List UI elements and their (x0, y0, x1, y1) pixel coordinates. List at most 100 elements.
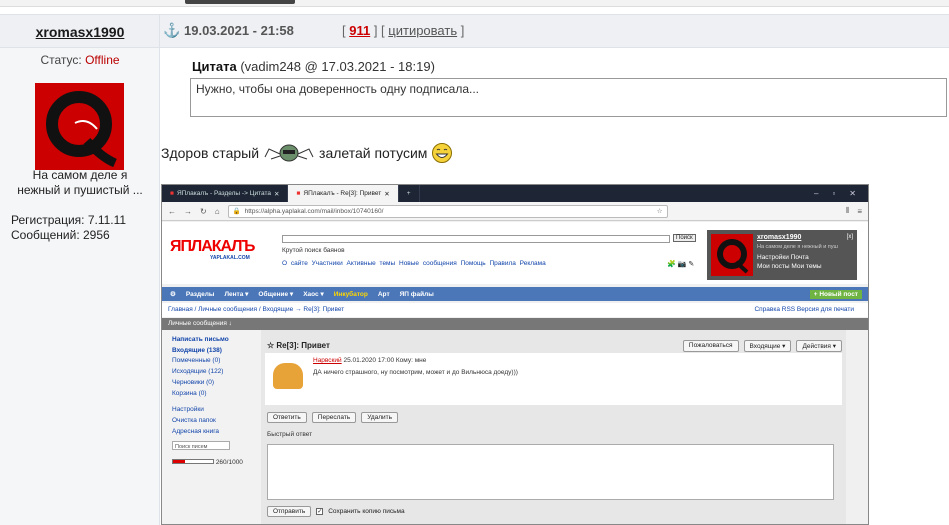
menu-icon[interactable]: ≡ (857, 207, 862, 216)
forward-button[interactable]: Переслать (311, 412, 357, 423)
site-logo[interactable]: ЯПЛАКАЛЪ YAPLAKAL.COM (170, 238, 255, 261)
profile-links-2[interactable]: Мои посты Мои темы (757, 263, 822, 270)
author-username[interactable]: xromasx1990 (0, 24, 160, 40)
registration-date: Регистрация: 7.11.11 (11, 213, 127, 227)
site-search-button[interactable]: Поиск (673, 234, 696, 242)
pm-from: Нарвский 25.01.2020 17:00 Кому: мне (313, 357, 426, 364)
pm-meta: 25.01.2020 17:00 Кому: мне (343, 357, 427, 364)
browser-tab-bar: ■ ЯПлакалъ - Разделы -> Цитата ✕ ■ ЯПлакал… (162, 185, 868, 202)
sidebar-item-addressbook[interactable]: Адресная книга (172, 427, 251, 438)
save-copy-label: Сохранить копию письма (328, 508, 405, 515)
close-icon: ✕ (849, 189, 856, 198)
minimize-icon: – (814, 189, 819, 198)
site-main-menu: ⚙ Разделы Лента ▾ Общение ▾ Хаос ▾ Инкуб… (162, 287, 868, 301)
new-post-button[interactable]: + Новый пост (809, 289, 862, 299)
save-copy-checkbox[interactable]: ✓ (316, 508, 324, 515)
back-icon[interactable]: ← (168, 207, 176, 216)
menu-item[interactable]: Хаос ▾ (303, 290, 324, 298)
cut-off-header (185, 0, 295, 4)
browser-tab-1[interactable]: ■ ЯПлакалъ - Разделы -> Цитата ✕ (162, 185, 289, 202)
library-icon[interactable]: ⫴ (846, 206, 849, 216)
quote-link[interactable]: цитировать (388, 23, 457, 38)
quota-text: 260/1000 (215, 459, 243, 467)
quote-label: Цитата (192, 59, 237, 74)
menu-item[interactable]: Разделы (186, 291, 215, 298)
pm-header-buttons: Пожаловаться Входящие ▾ Действия ▾ (682, 340, 842, 352)
quota-bar (172, 459, 214, 465)
site-links[interactable]: О сайте Участники Активные темы Новые со… (282, 260, 546, 267)
embedded-screenshot: ■ ЯПлакалъ - Разделы -> Цитата ✕ ■ ЯПлакал… (161, 184, 869, 525)
post-date: 19.03.2021 - 21:58 (184, 23, 294, 38)
breadcrumb-tools[interactable]: Справка RSS Версия для печати (754, 306, 854, 313)
menu-item[interactable]: Арт (378, 291, 390, 298)
menu-item-incubator[interactable]: Инкубатор (334, 291, 368, 298)
message-text-1: Здоров старый (161, 145, 260, 161)
menu-item[interactable]: ЯП файлы (400, 291, 434, 298)
status-value: Offline (85, 53, 120, 67)
maximize-icon: ▫ (832, 189, 836, 198)
pm-content: ☆ Re[3]: Привет Пожаловаться Входящие ▾ … (261, 330, 846, 524)
window-controls: – ▫ ✕ (802, 185, 868, 202)
report-button[interactable]: Пожаловаться (682, 340, 739, 352)
new-tab-button[interactable]: + (399, 185, 420, 202)
home-icon[interactable]: ⌂ (215, 207, 220, 216)
pm-body: ДА ничего страшного, ну посмотрим, может… (313, 369, 518, 376)
sender-name[interactable]: Нарвский (313, 357, 342, 364)
reload-icon[interactable]: ↻ (200, 207, 207, 216)
profile-name[interactable]: xromasx1990 (757, 234, 801, 241)
quick-reply-label: Быстрый ответ (267, 431, 313, 438)
pm-message: Нарвский 25.01.2020 17:00 Кому: мне ДА н… (265, 353, 842, 405)
avatar (35, 83, 124, 170)
quote-source: (vadim248 @ 17.03.2021 - 18:19) (240, 59, 435, 74)
browser-navbar: ← → ↻ ⌂ 🔒 https://alpha.yaplakal.com/mail… (162, 202, 868, 221)
author-slogan: На самом деле я нежный и пушистый ... (17, 168, 143, 197)
pm-send-row: Отправить ✓ Сохранить копию письма (267, 506, 405, 517)
column-divider (159, 14, 160, 525)
profile-avatar (711, 234, 753, 276)
reply-button[interactable]: Ответить (267, 412, 307, 423)
tool-icons[interactable]: 🧩 📷 ✎ (667, 260, 694, 268)
menu-settings-icon: ⚙ (170, 291, 176, 298)
menu-item[interactable]: Общение ▾ (258, 290, 293, 298)
status-label: Статус: (40, 53, 82, 67)
sidebar-item-compose[interactable]: Написать письмо (172, 335, 251, 346)
sidebar-item-drafts[interactable]: Черновики (0) (172, 378, 251, 389)
sidebar-item-trash[interactable]: Корзина (0) (172, 389, 251, 400)
post-links: [ 911 ] [ цитировать ] (342, 23, 465, 38)
pm-search-input[interactable]: Поиск писем (172, 441, 230, 451)
quick-reply-textarea[interactable] (267, 444, 834, 500)
profile-close[interactable]: [x] (847, 234, 853, 240)
browser-tab-2[interactable]: ■ ЯПлакалъ - Re[3]: Привет ✕ (288, 185, 399, 202)
search-hint: Крутой поиск баянов (282, 247, 345, 254)
bookmark-star-icon: ☆ (656, 208, 663, 215)
pm-subject: ☆ Re[3]: Привет (267, 341, 330, 350)
profile-links-1[interactable]: Настройки Почта (757, 254, 809, 261)
sidebar-item-cleanup[interactable]: Очистка папок (172, 416, 251, 427)
forward-icon[interactable]: → (184, 207, 192, 216)
inbox-dropdown[interactable]: Входящие ▾ (743, 340, 792, 352)
delete-button[interactable]: Удалить (361, 412, 399, 423)
post-message: Здоров старый залетай потусим (161, 141, 453, 165)
q-logo-small-icon (711, 234, 753, 276)
send-button[interactable]: Отправить (267, 506, 312, 517)
lock-icon: 🔒 (232, 208, 241, 215)
menu-item[interactable]: Лента ▾ (224, 290, 248, 298)
profile-subtitle: На самом деле я нежный и пуш (757, 244, 838, 250)
pm-sidebar: Написать письмо Входящие (138) Помеченны… (162, 330, 261, 524)
sidebar-item-sent[interactable]: Исходящие (122) (172, 367, 251, 378)
sidebar-item-settings[interactable]: Настройки (172, 405, 251, 416)
author-status: Статус: Offline (0, 53, 160, 67)
author-stats: Регистрация: 7.11.11 Сообщений: 2956 (11, 213, 126, 243)
site-search-input[interactable] (282, 235, 670, 243)
address-bar[interactable]: 🔒 https://alpha.yaplakal.com/mail/inbox/1… (227, 204, 668, 218)
message-count: Сообщений: 2956 (11, 228, 110, 242)
sidebar-item-inbox[interactable]: Входящие (138) (172, 346, 251, 357)
top-strip (0, 0, 949, 7)
post-number-link[interactable]: 911 (349, 23, 370, 38)
quote-box: Нужно, чтобы она доверенность одну подпи… (190, 78, 947, 117)
sidebar-item-flagged[interactable]: Помеченные (0) (172, 356, 251, 367)
sender-avatar (273, 363, 303, 389)
site-header: ЯПЛАКАЛЪ YAPLAKAL.COM Поиск Крутой поиск … (162, 222, 868, 284)
actions-dropdown[interactable]: Действия ▾ (796, 340, 842, 352)
anchor-icon[interactable]: ⚓ (163, 22, 180, 39)
